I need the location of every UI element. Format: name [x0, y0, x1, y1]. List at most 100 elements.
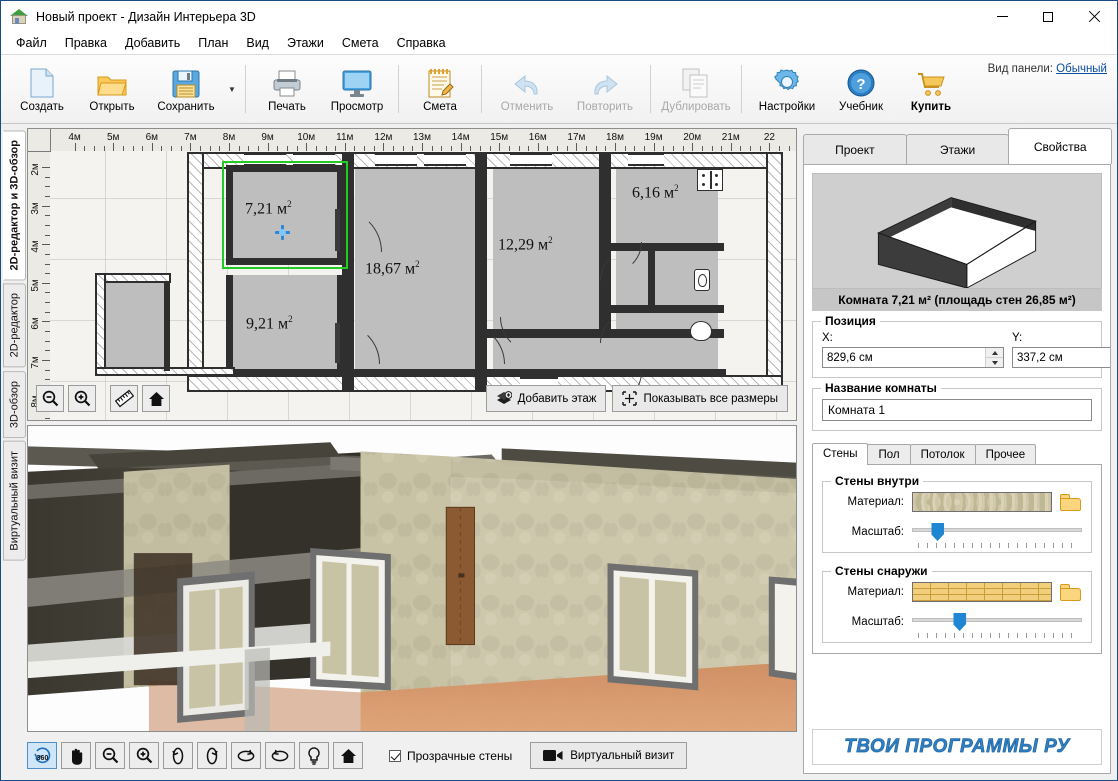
- room-name-input[interactable]: Комната 1: [822, 399, 1092, 421]
- slider-thumb[interactable]: [953, 613, 967, 631]
- chevron-down-icon[interactable]: ▼: [225, 55, 239, 123]
- room-fill-balcony[interactable]: [105, 281, 165, 375]
- ruler-tick: [576, 143, 578, 151]
- measure-button[interactable]: [110, 385, 138, 412]
- toolbar-button-tutorial[interactable]: ? Учебник: [827, 57, 895, 121]
- surface-tab-walls[interactable]: Стены: [812, 443, 869, 465]
- x-spinner[interactable]: [822, 347, 1004, 368]
- toolbar-button-estimate[interactable]: Смета: [406, 57, 474, 121]
- toolbar-button-open[interactable]: Открыть: [78, 57, 146, 121]
- outer-scale-slider[interactable]: [912, 611, 1082, 638]
- toolbar-button-undo[interactable]: Отменить: [489, 57, 565, 121]
- plan-home-button[interactable]: [142, 385, 170, 412]
- virtual-visit-button[interactable]: Виртуальный визит: [530, 742, 688, 769]
- plan-2d-editor[interactable]: м4м5м6м7м8м9м10м11м12м13м14м15м16м17м18м…: [27, 128, 797, 421]
- window-opening[interactable]: [244, 153, 286, 166]
- spin-down-icon[interactable]: [986, 358, 1003, 367]
- x-input[interactable]: [823, 348, 985, 367]
- menu-item-estimate[interactable]: Смета: [333, 33, 388, 53]
- toolbar-button-redo[interactable]: Повторить: [567, 57, 643, 121]
- menu-item-edit[interactable]: Правка: [56, 33, 116, 53]
- window-opening[interactable]: [424, 153, 466, 166]
- wall-seg[interactable]: [604, 305, 724, 313]
- add-floor-button[interactable]: Добавить этаж: [485, 385, 607, 412]
- wall-seg[interactable]: [226, 258, 344, 265]
- toolbar-button-save[interactable]: Сохранить: [148, 57, 224, 121]
- surface-tab-floor[interactable]: Пол: [867, 444, 911, 465]
- mode-tab-2d-3d[interactable]: 2D-редактор и 3D-обзор: [3, 130, 26, 281]
- wall-balcony-left[interactable]: [95, 273, 106, 375]
- rotate-right-button[interactable]: [197, 742, 227, 769]
- fixture-sink-icon[interactable]: [690, 321, 712, 341]
- inner-material-browse-button[interactable]: [1060, 493, 1082, 511]
- minimize-button[interactable]: [979, 1, 1025, 32]
- plan-canvas[interactable]: 7,21 м2 9,21 м2 18,67 м2 12,29 м2 6,16 м…: [50, 151, 796, 420]
- close-button[interactable]: [1071, 1, 1117, 32]
- orbit-360-button[interactable]: 360: [27, 742, 57, 769]
- toolbar-button-new[interactable]: Создать: [8, 57, 76, 121]
- inner-material-swatch[interactable]: [912, 492, 1052, 512]
- view3d-home-button[interactable]: [333, 742, 363, 769]
- view3d-zoom-out-button[interactable]: [95, 742, 125, 769]
- slider-thumb[interactable]: [931, 523, 944, 541]
- toolbar-button-buy[interactable]: Купить: [897, 57, 965, 121]
- spin-up-icon[interactable]: [986, 348, 1003, 358]
- inner-scale-slider[interactable]: [912, 521, 1082, 548]
- tab-floors[interactable]: Этажи: [905, 134, 1010, 164]
- zoom-out-button[interactable]: [36, 385, 64, 412]
- toolbar-button-duplicate[interactable]: Дублировать: [658, 57, 734, 121]
- menu-item-help[interactable]: Справка: [388, 33, 455, 53]
- outer-material-swatch[interactable]: [912, 582, 1052, 602]
- panel-view-link[interactable]: Обычный: [1056, 63, 1107, 75]
- toolbar-button-preview[interactable]: Просмотр: [323, 57, 391, 121]
- window-opening[interactable]: [293, 153, 335, 166]
- y-input[interactable]: [1013, 348, 1110, 367]
- menu-item-view[interactable]: Вид: [237, 33, 278, 53]
- x-spin-buttons[interactable]: [985, 348, 1003, 367]
- tilt-up-icon: [237, 748, 255, 764]
- toolbar-button-print[interactable]: Печать: [253, 57, 321, 121]
- fixture-cabinet-icon[interactable]: [697, 169, 723, 191]
- mode-tab-2d[interactable]: 2D-редактор: [3, 283, 26, 368]
- show-dimensions-button[interactable]: Показывать все размеры: [612, 385, 788, 412]
- menu-item-plan[interactable]: План: [189, 33, 237, 53]
- transparent-walls-checkbox[interactable]: Прозрачные стены: [389, 749, 512, 763]
- tilt-up-button[interactable]: [231, 742, 261, 769]
- window-opening[interactable]: [628, 153, 664, 166]
- y-spinner[interactable]: [1012, 347, 1110, 368]
- wall-seg[interactable]: [226, 165, 233, 265]
- view-3d[interactable]: [27, 425, 797, 732]
- exterior-wall-right[interactable]: [766, 152, 783, 392]
- zoom-in-button[interactable]: [68, 385, 96, 412]
- lighting-button[interactable]: [299, 742, 329, 769]
- surface-tab-other[interactable]: Прочее: [974, 444, 1037, 465]
- menu-item-file[interactable]: Файл: [7, 33, 56, 53]
- mode-tab-virtual-visit[interactable]: Виртуальный визит: [3, 440, 26, 561]
- wall-seg[interactable]: [164, 281, 170, 371]
- zoom-out-icon: [102, 747, 119, 764]
- toolbar-button-settings[interactable]: Настройки: [749, 57, 825, 121]
- move-handle[interactable]: [275, 225, 290, 240]
- wall-seg[interactable]: [226, 275, 233, 375]
- fixture-toilet-icon[interactable]: [694, 269, 710, 291]
- surface-tab-ceiling[interactable]: Потолок: [909, 444, 976, 465]
- menu-item-floors[interactable]: Этажи: [278, 33, 333, 53]
- wall-seg[interactable]: [226, 165, 344, 172]
- maximize-button[interactable]: [1025, 1, 1071, 32]
- outer-material-browse-button[interactable]: [1060, 583, 1082, 601]
- toolbar-label: Просмотр: [330, 100, 384, 113]
- wall-seg[interactable]: [648, 247, 655, 307]
- tilt-down-button[interactable]: [265, 742, 295, 769]
- rotate-left-button[interactable]: [163, 742, 193, 769]
- menu-item-add[interactable]: Добавить: [116, 33, 189, 53]
- mode-tab-3d[interactable]: 3D-обзор: [3, 370, 26, 438]
- view3d-zoom-in-button[interactable]: [129, 742, 159, 769]
- window-opening[interactable]: [510, 153, 552, 166]
- tab-project[interactable]: Проект: [803, 134, 907, 164]
- pan-button[interactable]: [61, 742, 91, 769]
- wall-balcony-top[interactable]: [95, 273, 171, 283]
- window-opening[interactable]: [375, 153, 417, 166]
- wall-seg[interactable]: [226, 369, 726, 376]
- exterior-wall-left[interactable]: [187, 152, 204, 392]
- tab-properties[interactable]: Свойства: [1008, 128, 1113, 164]
